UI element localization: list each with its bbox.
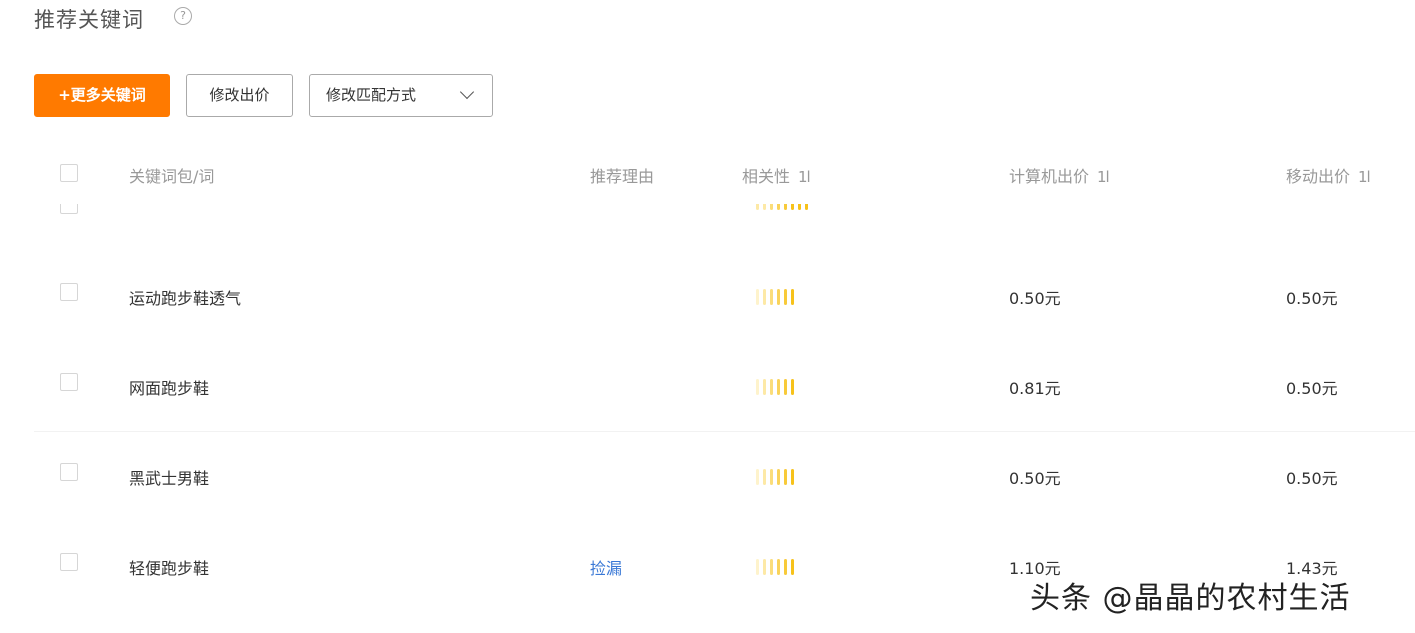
relevance-bar (777, 379, 780, 395)
relevance-bar (770, 289, 773, 305)
sort-icon[interactable]: 1l (798, 168, 811, 186)
relevance-bar (805, 204, 808, 210)
relevance-bar (784, 289, 787, 305)
keyword-cell: 运动跑步鞋透气 (129, 289, 242, 308)
row-checkbox[interactable] (60, 463, 78, 481)
relevance-bar (777, 559, 780, 575)
relevance-bar (763, 204, 766, 210)
row-checkbox[interactable] (60, 553, 78, 571)
table-row[interactable]: 网面跑步鞋 0.81元 0.50元 (34, 341, 1415, 431)
table-row-partial (34, 204, 1415, 218)
relevance-bar (777, 289, 780, 305)
relevance-bar (791, 289, 794, 305)
column-header-pc-bid-label: 计算机出价 (1009, 167, 1090, 186)
relevance-bar (756, 204, 759, 210)
relevance-bar (763, 289, 766, 305)
select-all-checkbox[interactable] (60, 164, 78, 182)
row-checkbox[interactable] (60, 373, 78, 391)
relevance-bar (770, 379, 773, 395)
relevance-bars (756, 469, 794, 485)
column-header-keyword: 关键词包/词 (129, 167, 215, 186)
relevance-bar (763, 559, 766, 575)
pc-bid-cell[interactable]: 0.50元 (1009, 465, 1061, 489)
edit-match-type-dropdown[interactable]: 修改匹配方式 (309, 74, 493, 117)
table-row[interactable]: 运动跑步鞋透气 0.50元 0.50元 (34, 251, 1415, 341)
add-more-keywords-button[interactable]: +更多关键词 (34, 74, 170, 117)
relevance-bar (770, 559, 773, 575)
pc-bid-cell[interactable]: 0.50元 (1009, 285, 1061, 309)
mobile-bid-cell[interactable]: 0.50元 (1286, 285, 1338, 309)
table-header: 关键词包/词 推荐理由 相关性 1l 计算机出价 1l 移动出价 1l (34, 150, 1415, 196)
pc-bid-cell[interactable]: 0.81元 (1009, 375, 1061, 399)
row-checkbox[interactable] (60, 283, 78, 301)
relevance-bar (756, 379, 759, 395)
relevance-bar (791, 559, 794, 575)
sort-icon[interactable]: 1l (1358, 168, 1371, 186)
column-header-mobile-bid[interactable]: 移动出价 1l (1286, 163, 1371, 187)
row-checkbox[interactable] (60, 204, 78, 214)
watermark: 头条 @晶晶的农村生活 (1030, 581, 1351, 616)
relevance-bar (791, 379, 794, 395)
table-row[interactable]: 黑武士男鞋 0.50元 0.50元 (34, 431, 1415, 521)
relevance-bar (784, 469, 787, 485)
keyword-cell: 网面跑步鞋 (129, 379, 210, 398)
relevance-bar (763, 379, 766, 395)
relevance-bar (763, 469, 766, 485)
relevance-bar (777, 469, 780, 485)
column-header-relevance-label: 相关性 (742, 167, 791, 186)
relevance-bar (798, 204, 801, 210)
column-header-mobile-bid-label: 移动出价 (1286, 167, 1351, 186)
column-header-pc-bid[interactable]: 计算机出价 1l (1009, 163, 1110, 187)
relevance-bar (770, 204, 773, 210)
relevance-bar (770, 469, 773, 485)
edit-bid-button[interactable]: 修改出价 (186, 74, 293, 117)
mobile-bid-cell[interactable]: 0.50元 (1286, 375, 1338, 399)
relevance-bar (791, 469, 794, 485)
relevance-bar (756, 559, 759, 575)
keyword-cell: 黑武士男鞋 (129, 469, 210, 488)
column-header-reason: 推荐理由 (590, 167, 655, 186)
relevance-bar (791, 204, 794, 210)
reason-cell[interactable]: 捡漏 (590, 555, 622, 579)
relevance-bar (784, 379, 787, 395)
relevance-bars (756, 289, 794, 305)
help-icon[interactable]: ? (174, 7, 192, 25)
relevance-bar (756, 469, 759, 485)
relevance-bar (784, 204, 787, 210)
section-title: 推荐关键词 (34, 8, 144, 32)
relevance-bar (756, 289, 759, 305)
relevance-bar (777, 204, 780, 210)
chevron-down-icon (459, 84, 475, 100)
sort-icon[interactable]: 1l (1097, 168, 1110, 186)
mobile-bid-cell[interactable]: 0.50元 (1286, 465, 1338, 489)
relevance-bar (784, 559, 787, 575)
keyword-cell: 轻便跑步鞋 (129, 559, 210, 578)
column-header-relevance[interactable]: 相关性 1l (742, 163, 811, 187)
edit-match-type-label: 修改匹配方式 (326, 86, 417, 104)
relevance-bars (756, 379, 794, 395)
relevance-bars (756, 204, 808, 210)
relevance-bars (756, 559, 794, 575)
